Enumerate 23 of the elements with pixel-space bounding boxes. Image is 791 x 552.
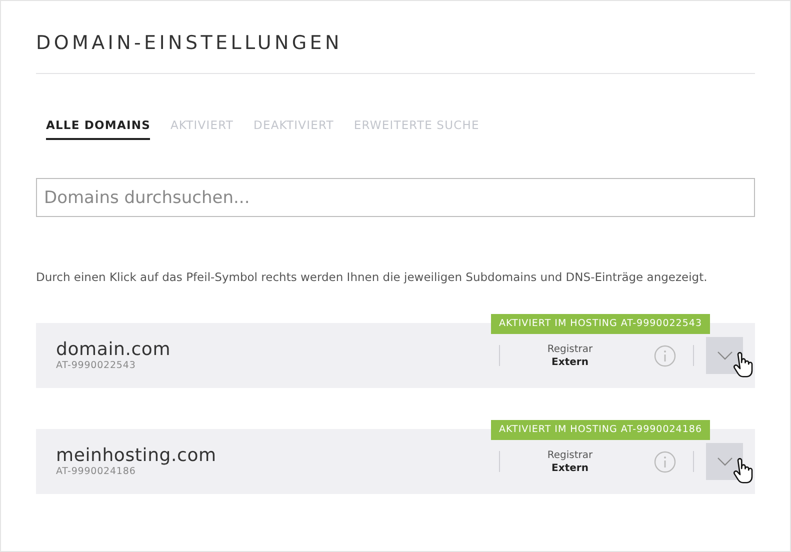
status-badge: AKTIVIERT IM HOSTING AT-9990022543 <box>491 314 710 334</box>
hint-text: Durch einen Klick auf das Pfeil-Symbol rechts werden Ihnen die jeweiligen Subdomains und DNS-Einträge angezeigt. <box>36 269 708 286</box>
registrar-label: Registrar <box>547 342 593 356</box>
chevron-down-icon <box>716 351 732 360</box>
tab[interactable]: ERWEITERTE SUCHE <box>354 118 480 140</box>
domain-name: meinhosting.com <box>56 446 218 466</box>
chevron-down-icon <box>716 457 732 466</box>
search-field[interactable]: Domains durchsuchen... <box>36 178 755 217</box>
registrar-label: Registrar <box>547 448 593 462</box>
tab[interactable]: AKTIVIERT <box>170 118 234 140</box>
tab[interactable]: DEAKTIVIERT <box>254 118 334 140</box>
expand-button[interactable] <box>706 337 743 374</box>
registrar-value: Extern <box>552 356 588 368</box>
page-title: DOMAIN-EINSTELLUNGEN <box>36 32 755 74</box>
tab[interactable]: ALLE DOMAINS <box>46 118 150 140</box>
hand-cursor-icon <box>732 458 754 484</box>
hand-cursor-icon <box>732 352 754 378</box>
registrar-value: Extern <box>552 462 588 474</box>
domain-name: domain.com <box>56 340 172 360</box>
domain-id: AT-9990024186 <box>56 466 137 477</box>
status-badge: AKTIVIERT IM HOSTING AT-9990024186 <box>491 420 710 440</box>
expand-button[interactable] <box>706 443 743 480</box>
domain-id: AT-9990022543 <box>56 360 137 371</box>
